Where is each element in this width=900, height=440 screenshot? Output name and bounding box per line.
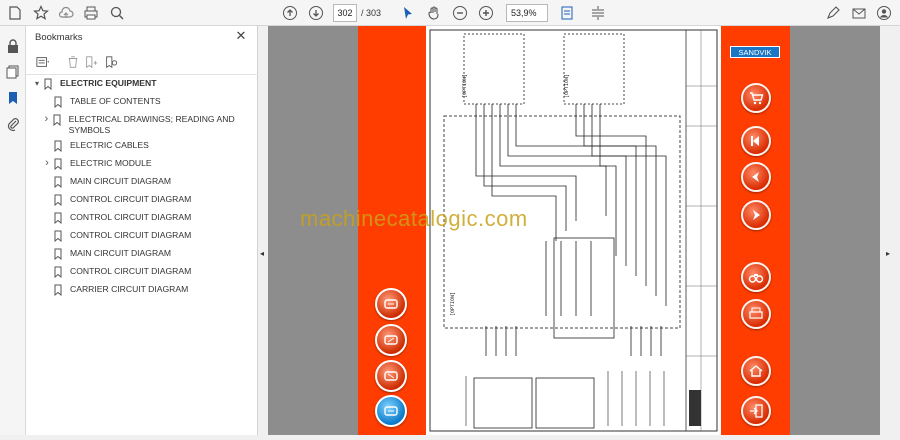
zoom-level-dropdown[interactable]: 53,9% bbox=[506, 4, 548, 22]
scroll-mode-icon[interactable] bbox=[589, 4, 607, 22]
options-menu-icon[interactable] bbox=[36, 55, 50, 69]
svg-text:[OPTION]: [OPTION] bbox=[564, 74, 570, 98]
bookmark-icon bbox=[51, 114, 63, 127]
bookmark-item[interactable]: CONTROL CIRCUIT DIAGRAM bbox=[42, 212, 250, 225]
bookmark-label: CONTROL CIRCUIT DIAGRAM bbox=[70, 212, 192, 222]
bookmark-item[interactable]: › ELECTRICAL DRAWINGS; READING AND SYMBOL… bbox=[42, 114, 250, 136]
bookmark-icon bbox=[52, 230, 64, 243]
bookmark-label: CARRIER CIRCUIT DIAGRAM bbox=[70, 284, 189, 294]
bookmark-icon bbox=[52, 96, 64, 109]
viewer-button-1[interactable] bbox=[375, 288, 407, 320]
brand-logo: SANDVIK bbox=[730, 46, 780, 58]
bookmark-icon bbox=[52, 176, 64, 189]
bookmark-panel-icon[interactable] bbox=[5, 90, 21, 106]
bookmark-icon bbox=[52, 284, 64, 297]
bookmark-label: MAIN CIRCUIT DIAGRAM bbox=[70, 176, 172, 186]
bookmark-item[interactable]: CONTROL CIRCUIT DIAGRAM bbox=[42, 266, 250, 279]
panel-splitter[interactable]: ◂ bbox=[258, 26, 268, 435]
bookmark-label: ELECTRIC MODULE bbox=[70, 158, 152, 168]
attachment-icon[interactable] bbox=[5, 116, 21, 132]
forward-arrow-icon[interactable] bbox=[741, 200, 771, 230]
star-icon[interactable] bbox=[32, 4, 50, 22]
upload-cloud-icon[interactable] bbox=[57, 4, 75, 22]
bookmark-label: ELECTRICAL DRAWINGS; READING AND SYMBOLS bbox=[68, 114, 235, 135]
bookmark-label: MAIN CIRCUIT DIAGRAM bbox=[70, 248, 172, 258]
bookmark-label: CONTROL CIRCUIT DIAGRAM bbox=[70, 194, 192, 204]
bookmarks-toolbar bbox=[34, 54, 249, 72]
cart-icon[interactable] bbox=[741, 83, 771, 113]
collapse-panel-arrow-icon[interactable]: ◂ bbox=[260, 249, 264, 258]
back-arrow-icon[interactable] bbox=[741, 162, 771, 192]
bookmark-item[interactable]: TABLE OF CONTENTS bbox=[42, 96, 250, 109]
print-icon[interactable] bbox=[82, 4, 100, 22]
toolbar: 302 / 303 53,9% bbox=[0, 0, 900, 26]
expand-right-arrow-icon[interactable]: ▸ bbox=[886, 249, 890, 258]
bookmark-item[interactable]: › ELECTRIC MODULE bbox=[42, 158, 250, 171]
svg-text:[OPTION]: [OPTION] bbox=[450, 292, 456, 316]
chevron-down-icon[interactable]: ▾ bbox=[32, 78, 42, 89]
zoom-in-icon[interactable] bbox=[477, 4, 495, 22]
bookmark-label: ELECTRIC EQUIPMENT bbox=[60, 78, 157, 88]
bookmarks-title: Bookmarks bbox=[35, 32, 83, 43]
bookmark-label: CONTROL CIRCUIT DIAGRAM bbox=[70, 230, 192, 240]
sign-pen-icon[interactable] bbox=[824, 4, 842, 22]
prev-page-icon[interactable] bbox=[281, 4, 299, 22]
bookmark-label: CONTROL CIRCUIT DIAGRAM bbox=[70, 266, 192, 276]
bookmark-icon bbox=[52, 248, 64, 261]
left-rail bbox=[0, 26, 26, 435]
bookmark-label: TABLE OF CONTENTS bbox=[70, 96, 161, 106]
page-display-icon[interactable] bbox=[558, 4, 576, 22]
next-page-icon[interactable] bbox=[307, 4, 325, 22]
email-icon[interactable] bbox=[850, 4, 868, 22]
right-nav-band: SANDVIK bbox=[721, 26, 790, 435]
bookmark-icon bbox=[52, 194, 64, 207]
bookmark-icon bbox=[52, 266, 64, 279]
zoom-out-icon[interactable] bbox=[451, 4, 469, 22]
zoom-search-icon[interactable] bbox=[108, 4, 126, 22]
find-bookmark-icon[interactable] bbox=[104, 55, 118, 69]
bookmark-item[interactable]: CONTROL CIRCUIT DIAGRAM bbox=[42, 194, 250, 207]
select-cursor-icon[interactable] bbox=[399, 4, 417, 22]
bookmark-icon bbox=[52, 212, 64, 225]
create-icon[interactable] bbox=[6, 4, 24, 22]
viewer-button-2[interactable] bbox=[375, 324, 407, 356]
watermark-text: machinecatalogic.com bbox=[300, 206, 528, 231]
bookmark-item[interactable]: ▾ ELECTRIC EQUIPMENT bbox=[32, 78, 252, 91]
hand-tool-icon[interactable] bbox=[425, 4, 443, 22]
bookmark-icon bbox=[42, 78, 54, 91]
bookmark-item[interactable]: CARRIER CIRCUIT DIAGRAM bbox=[42, 284, 250, 297]
bookmarks-panel: Bookmarks ✕ ▾ ELECTRIC EQUIPMENT TABLE OF … bbox=[26, 26, 258, 435]
bookmark-label: ELECTRIC CABLES bbox=[70, 140, 149, 150]
lock-icon[interactable] bbox=[5, 38, 21, 54]
new-bookmark-icon[interactable] bbox=[84, 55, 98, 69]
viewer-button-4[interactable] bbox=[375, 395, 407, 427]
bookmark-item[interactable]: MAIN CIRCUIT DIAGRAM bbox=[42, 176, 250, 189]
exit-door-icon[interactable] bbox=[741, 396, 771, 426]
close-panel-icon[interactable]: ✕ bbox=[234, 29, 248, 43]
bookmark-icon bbox=[52, 158, 64, 171]
binoculars-icon[interactable] bbox=[741, 262, 771, 292]
first-page-icon[interactable] bbox=[741, 126, 771, 156]
home-icon[interactable] bbox=[741, 356, 771, 386]
page-count: / 303 bbox=[361, 8, 382, 18]
vertical-scrollbar[interactable]: ▸ bbox=[880, 26, 900, 435]
bookmark-icon bbox=[52, 140, 64, 153]
chevron-right-icon[interactable]: › bbox=[42, 114, 51, 125]
bookmark-item[interactable]: ELECTRIC CABLES bbox=[42, 140, 250, 153]
pages-thumbnail-icon[interactable] bbox=[5, 64, 21, 80]
bookmark-item[interactable]: MAIN CIRCUIT DIAGRAM bbox=[42, 248, 250, 261]
bookmark-item[interactable]: CONTROL CIRCUIT DIAGRAM bbox=[42, 230, 250, 243]
chevron-right-icon[interactable]: › bbox=[42, 158, 52, 169]
account-icon[interactable] bbox=[875, 4, 893, 22]
svg-text:[OPTION]: [OPTION] bbox=[462, 74, 468, 98]
viewer-button-3[interactable] bbox=[375, 360, 407, 392]
delete-bookmark-icon[interactable] bbox=[66, 55, 80, 69]
divider bbox=[26, 74, 258, 75]
printer-icon[interactable] bbox=[741, 299, 771, 329]
page-number-input[interactable]: 302 bbox=[333, 4, 357, 22]
